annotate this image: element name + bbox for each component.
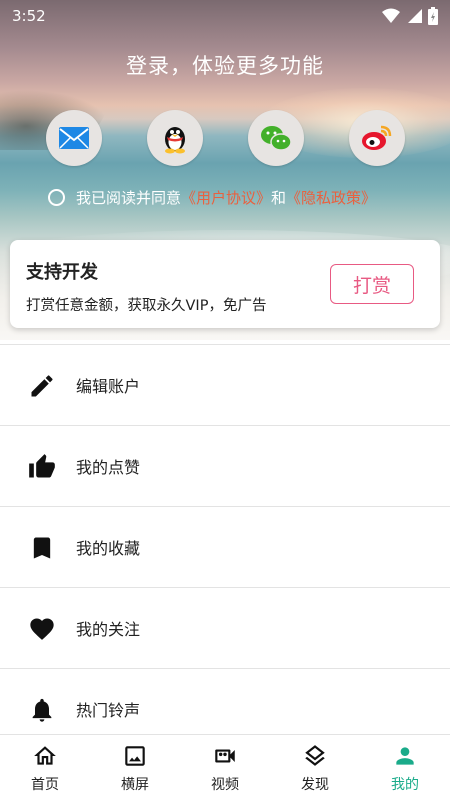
agree-radio[interactable] [48,188,65,206]
qq-icon [165,127,185,154]
agree-and: 和 [271,188,287,207]
tab-landscape[interactable]: 横屏 [90,735,180,800]
heart-icon [30,618,54,640]
menu-label: 我的关注 [76,620,141,639]
wifi-icon [382,8,400,23]
support-subtitle: 打赏任意金额，获取永久VIP，免广告 [26,298,267,314]
status-time: 3:52 [12,7,46,25]
tab-home[interactable]: 首页 [0,735,90,800]
person-icon [396,747,414,765]
user-agreement-link[interactable]: 《用户协议》 [181,187,271,208]
menu-label: 我的点赞 [76,458,141,477]
signal-icon [408,9,422,23]
bookmark-icon [33,537,51,559]
agreement-row: 我已阅读并同意 《用户协议》 和 《隐私政策》 [48,186,376,208]
wechat-login-button[interactable] [248,110,304,166]
support-title: 支持开发 [26,262,98,283]
tab-video[interactable]: 视频 [180,735,270,800]
menu-list: 编辑账户 我的点赞 我的收藏 我的关注 热门铃声 [0,344,450,749]
image-icon [125,746,145,766]
qq-login-button[interactable] [147,110,203,166]
battery-icon [428,7,438,25]
tab-discover[interactable]: 发现 [270,735,360,800]
login-title: 登录，体验更多功能 [126,54,324,78]
menu-item-edit-account[interactable]: 编辑账户 [0,344,450,425]
menu-item-my-likes[interactable]: 我的点赞 [0,425,450,506]
bell-icon [32,698,52,722]
tab-mine[interactable]: 我的 [360,735,450,800]
tab-label: 发现 [301,777,329,793]
status-bar: 3:52 [0,0,450,32]
menu-item-my-follows[interactable]: 我的关注 [0,587,450,668]
layers-icon [305,745,325,766]
pencil-icon [31,375,53,397]
tab-label: 我的 [391,777,419,793]
home-icon [34,746,56,765]
bottom-tab-bar: 首页 横屏 视频 发现 我的 [0,734,450,800]
menu-label: 热门铃声 [76,701,141,720]
video-icon [215,749,235,763]
thumbs-up-icon [29,454,55,478]
mail-login-button[interactable] [46,110,102,166]
social-login-row [0,110,450,166]
menu-label: 编辑账户 [76,377,141,396]
agree-prefix: 我已阅读并同意 [76,188,182,207]
menu-item-my-favorites[interactable]: 我的收藏 [0,506,450,587]
menu-label: 我的收藏 [76,539,141,558]
tab-label: 视频 [211,777,239,793]
wechat-icon [261,126,292,151]
mail-icon [59,127,89,149]
privacy-policy-link[interactable]: 《隐私政策》 [286,187,376,208]
tab-label: 首页 [31,777,59,793]
weibo-login-button[interactable] [349,110,405,166]
support-card: 支持开发 打赏任意金额，获取永久VIP，免广告 打赏 [10,240,440,328]
profile-screen: 3:52 登录，体验更多功能 我已阅读并同意 《用户协议》 和 《隐私政策》 支… [0,0,450,800]
tip-button[interactable]: 打赏 [330,264,414,304]
weibo-icon [362,125,392,150]
tab-label: 横屏 [121,777,149,793]
status-icons [382,7,438,25]
